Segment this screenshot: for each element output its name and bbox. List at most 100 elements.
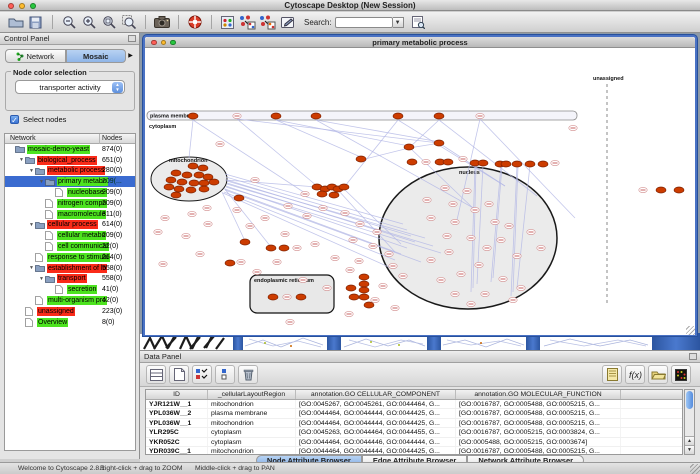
scroll-up-icon[interactable]: ▲ <box>685 436 694 445</box>
tree-row-overview[interactable]: Overview8(0) <box>5 317 135 328</box>
table-row[interactable]: YPL036W__1mitochondrion[GO:0044464, GO:0… <box>146 419 682 428</box>
network-edge[interactable] <box>189 120 193 158</box>
tab-network[interactable]: Network <box>5 49 66 63</box>
tab-mosaic[interactable]: Mosaic <box>66 49 127 63</box>
network-node-selected[interactable] <box>674 187 684 193</box>
search-dropdown-icon[interactable]: ▼ <box>393 17 404 28</box>
network-node-selected[interactable] <box>501 161 511 167</box>
network-node-selected[interactable] <box>186 187 196 193</box>
network-node-selected[interactable] <box>349 294 359 300</box>
help-ring-icon[interactable] <box>185 14 204 31</box>
network-node-selected[interactable] <box>199 186 209 192</box>
network-node-selected[interactable] <box>164 184 174 190</box>
region-plasma-membrane[interactable] <box>147 111 577 120</box>
network-node-selected[interactable] <box>166 177 176 183</box>
tree-row-cellular-metabo[interactable]: cellular metabo209(0) <box>5 230 135 241</box>
network-tree-header[interactable]: Network Nodes <box>5 134 135 144</box>
table-scrollbar-thumb[interactable] <box>686 391 693 409</box>
network-node-selected[interactable] <box>656 187 666 193</box>
zoom-in-icon[interactable] <box>79 14 98 31</box>
search-input[interactable] <box>335 17 393 28</box>
network-node-selected[interactable] <box>174 186 184 192</box>
network-canvas[interactable]: plasma membranecytoplasmmitochondrionnuc… <box>145 48 695 335</box>
table-row[interactable]: YPL036W__2plasma membrane[GO:0044464, GO… <box>146 409 682 418</box>
network-node-selected[interactable] <box>188 163 198 169</box>
network-node-selected[interactable] <box>171 170 181 176</box>
network-view-titlebar[interactable]: primary metabolic process <box>145 37 695 48</box>
tree-expand-icon[interactable]: ▼ <box>28 265 35 271</box>
column-header-2[interactable]: annotation.GO CELLULAR_COMPONENT <box>296 390 456 399</box>
network-node-selected[interactable] <box>512 161 522 167</box>
network-node-selected[interactable] <box>317 191 327 197</box>
network-node-selected[interactable] <box>177 179 187 185</box>
tree-row-mosaic-demo-yeast[interactable]: mosaic-demo-yeast874(0) <box>5 144 135 155</box>
network-node-selected[interactable] <box>189 180 199 186</box>
network-node-selected[interactable] <box>364 302 374 308</box>
network-node-selected[interactable] <box>356 156 366 162</box>
tree-row-establishment-of-lo[interactable]: ▼establishment of lo558(0) <box>5 263 135 274</box>
table-row[interactable]: YKR052Ccytoplasm[GO:0044464, GO:0044446,… <box>146 438 682 447</box>
tree-row-primary-metabo[interactable]: ▼primary metabo209(... <box>5 176 135 187</box>
column-header-1[interactable]: _cellularLayoutRegion <box>208 390 296 399</box>
network-node-selected[interactable] <box>198 165 208 171</box>
table-scrollbar[interactable]: ▲ ▼ <box>684 389 695 455</box>
network-node-selected[interactable] <box>311 113 321 119</box>
column-header-3[interactable]: annotation.GO MOLECULAR_FUNCTION <box>456 390 621 399</box>
float-panel-icon[interactable] <box>128 35 136 42</box>
create-attribute-icon[interactable] <box>169 365 189 384</box>
tree-row-metabolic-process[interactable]: ▼metabolic process280(0) <box>5 166 135 177</box>
tree-expand-icon[interactable]: ▼ <box>38 276 45 282</box>
network-node-selected[interactable] <box>266 245 276 251</box>
network-node-selected[interactable] <box>271 113 281 119</box>
table-row[interactable]: YJR121W__1mitochondrion[GO:0045267, GO:0… <box>146 400 682 409</box>
network-node-selected[interactable] <box>407 159 417 165</box>
float-data-panel-icon[interactable] <box>689 353 697 360</box>
network-node-selected[interactable] <box>279 245 289 251</box>
vizmapper-icon[interactable] <box>218 14 237 31</box>
tree-expand-icon[interactable]: ▼ <box>28 168 35 174</box>
network-node-selected[interactable] <box>339 184 349 190</box>
node-color-combo[interactable]: transporter activity ▲▼ <box>15 80 125 94</box>
tree-row-cell-communicat[interactable]: cell communicat22(0) <box>5 241 135 252</box>
tree-row-cellular-process[interactable]: ▼cellular process614(0) <box>5 220 135 231</box>
search-submit-icon[interactable] <box>409 14 428 31</box>
tree-row-multi-organism-pro[interactable]: multi-organism pro42(0) <box>5 295 135 306</box>
batch-unselect-attributes-icon[interactable] <box>215 365 235 384</box>
network-node-selected[interactable] <box>443 159 453 165</box>
snapshot-icon[interactable] <box>152 14 171 31</box>
import-attributes-icon[interactable] <box>648 365 668 384</box>
tree-row-transport[interactable]: ▼transport558(0) <box>5 274 135 285</box>
network-node-selected[interactable] <box>404 144 414 150</box>
zoom-out-icon[interactable] <box>59 14 78 31</box>
network-edge[interactable] <box>316 120 440 142</box>
delete-attribute-icon[interactable] <box>238 365 258 384</box>
tree-row-nucleobase-[interactable]: nucleobase-209(0) <box>5 187 135 198</box>
tree-row-secretion[interactable]: secretion41(0) <box>5 284 135 295</box>
network-node-selected[interactable] <box>525 161 535 167</box>
tab-overflow-icon[interactable]: ▶ <box>126 49 135 63</box>
network-node-selected[interactable] <box>225 260 235 266</box>
tree-expand-icon[interactable]: ▼ <box>18 157 25 163</box>
annotations-icon[interactable] <box>278 14 297 31</box>
network-node-selected[interactable] <box>359 281 369 287</box>
network-node-selected[interactable] <box>346 285 356 291</box>
tree-row-response-to-stimulu[interactable]: response to stimulu264(0) <box>5 252 135 263</box>
network-node-selected[interactable] <box>393 113 403 119</box>
attribute-matrix-icon[interactable] <box>671 365 691 384</box>
network-node-selected[interactable] <box>296 294 306 300</box>
tree-row-unassigned[interactable]: unassigned223(0) <box>5 306 135 317</box>
zoom-fit-icon[interactable] <box>99 14 118 31</box>
select-nodes-checkbox[interactable]: ✓ <box>10 115 19 124</box>
attribute-editor-icon[interactable] <box>602 365 622 384</box>
network-node-selected[interactable] <box>359 294 369 300</box>
network-node-selected[interactable] <box>234 195 244 201</box>
network-node-selected[interactable] <box>188 113 198 119</box>
network-node-selected[interactable] <box>538 161 548 167</box>
select-attributes-icon[interactable] <box>146 365 166 384</box>
table-row[interactable]: YDR039C__1mitochondrion[GO:0044464, GO:0… <box>146 447 682 455</box>
view-resize-grip[interactable] <box>686 326 695 335</box>
tree-expand-icon[interactable]: ▼ <box>38 179 45 185</box>
network-node-selected[interactable] <box>329 192 339 198</box>
network-node-selected[interactable] <box>434 113 444 119</box>
network-node-selected[interactable] <box>171 192 181 198</box>
